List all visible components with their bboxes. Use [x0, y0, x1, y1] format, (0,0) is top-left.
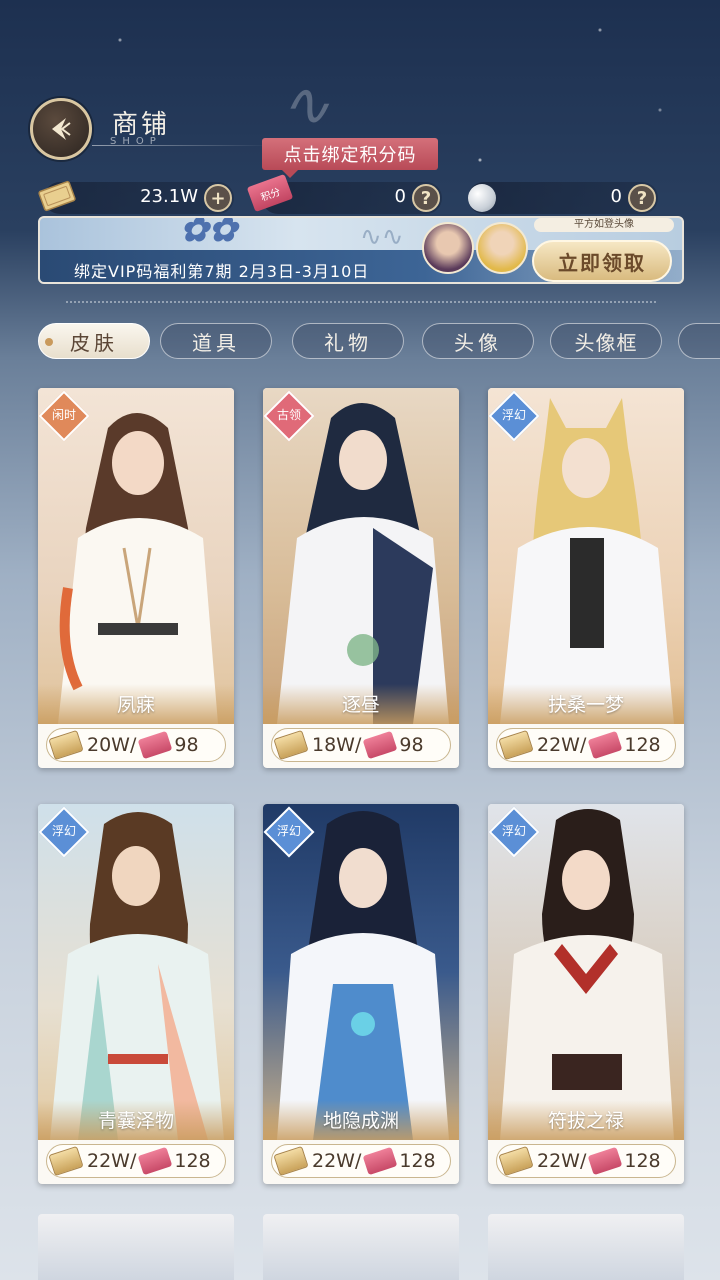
- skin-name: 夙寐: [116, 694, 155, 716]
- skin-art: [488, 804, 684, 1140]
- points-ticket-icon: [588, 730, 623, 760]
- skin-art: [263, 804, 459, 1140]
- skin-name: 扶桑一梦: [547, 694, 624, 716]
- coin-value: 23.1W: [140, 186, 198, 207]
- skin-art: [488, 388, 684, 724]
- tab-avatar[interactable]: 头像: [422, 323, 534, 359]
- price-pill: 20W/ 98: [46, 728, 226, 762]
- price-pill: 22W/ 128: [46, 1144, 226, 1178]
- points-help-button[interactable]: ?: [412, 184, 440, 212]
- coin-ticket-icon: [273, 729, 309, 761]
- category-tag-label: 古领: [276, 408, 301, 422]
- points-ticket-icon: [138, 730, 173, 760]
- pearl-help-button[interactable]: ?: [628, 184, 656, 212]
- skin-art: [263, 388, 459, 724]
- skin-card[interactable]: 浮幻 符拔之禄 22W/ 128: [488, 804, 684, 1184]
- price-pill: 18W/ 98: [271, 728, 451, 762]
- points-ticket-icon: 积分: [246, 173, 294, 213]
- banner-avatar-1: [422, 222, 474, 274]
- back-button[interactable]: [30, 98, 92, 160]
- coin-ticket-icon: [498, 1145, 534, 1177]
- coin-price: 18W/: [312, 734, 362, 756]
- coin-add-button[interactable]: +: [204, 184, 232, 212]
- coin-ticket-icon: [48, 1145, 84, 1177]
- points-ticket-icon: [363, 730, 398, 760]
- banner-avatar-2: [476, 222, 528, 274]
- points-price: 128: [399, 1150, 436, 1172]
- points-ticket-icon: [588, 1146, 623, 1176]
- points-price: 128: [624, 1150, 661, 1172]
- coin-ticket-icon: [38, 180, 76, 212]
- banner-title-art: ✿✿: [180, 216, 237, 250]
- points-price: 128: [174, 1150, 211, 1172]
- category-tag-label: 浮幻: [51, 824, 76, 838]
- coin-price: 22W/: [537, 1150, 587, 1172]
- banner-watermark-art: ∿∿: [360, 222, 404, 252]
- bind-points-code-tip[interactable]: 点击绑定积分码: [262, 138, 438, 178]
- price-pill: 22W/ 128: [496, 1144, 676, 1178]
- pearl-value: 0: [610, 186, 622, 207]
- vip-bind-banner[interactable]: ✿✿ ∿∿ 绑定VIP码福利第7期 2月3日-3月10日 平方如登头像 立即领取: [38, 216, 684, 284]
- coin-currency: 23.1W +: [38, 180, 234, 214]
- claim-now-button[interactable]: 立即领取: [532, 240, 672, 282]
- points-price: 98: [399, 734, 424, 756]
- points-ticket-icon: [138, 1146, 173, 1176]
- page-subtitle: SHOP: [110, 136, 162, 147]
- coin-ticket-icon: [48, 729, 84, 761]
- price-pill: 22W/ 128: [496, 728, 676, 762]
- tab-avatar-frame[interactable]: 头像框: [550, 323, 662, 359]
- skin-card[interactable]: 浮幻 青囊泽物 22W/ 128: [38, 804, 234, 1184]
- points-price: 128: [624, 734, 661, 756]
- points-value: 0: [394, 186, 406, 207]
- skin-card[interactable]: 闲时 夙寐 20W/ 98: [38, 388, 234, 768]
- skin-name: 青囊泽物: [97, 1110, 174, 1132]
- skin-name: 逐昼: [341, 694, 380, 716]
- points-price: 98: [174, 734, 199, 756]
- skin-card[interactable]: 浮幻 地隐成渊 22W/ 128: [263, 804, 459, 1184]
- coin-price: 22W/: [312, 1150, 362, 1172]
- skin-card-partial[interactable]: [263, 1214, 459, 1280]
- tab-more[interactable]: [678, 323, 720, 359]
- skin-name: 地隐成渊: [322, 1110, 399, 1132]
- tab-items[interactable]: 道具: [160, 323, 272, 359]
- pearl-icon: [468, 184, 496, 212]
- coin-price: 22W/: [87, 1150, 137, 1172]
- category-tag-label: 闲时: [51, 408, 76, 422]
- tab-gifts[interactable]: 礼物: [292, 323, 404, 359]
- tab-skin[interactable]: 皮肤: [38, 323, 150, 359]
- skin-card[interactable]: 浮幻 扶桑一梦 22W/ 128: [488, 388, 684, 768]
- category-tag-label: 浮幻: [501, 408, 526, 422]
- skin-art: [38, 804, 234, 1140]
- category-tag-label: 浮幻: [276, 824, 301, 838]
- banner-text: 绑定VIP码福利第7期 2月3日-3月10日: [74, 262, 370, 281]
- divider: [66, 301, 656, 303]
- background-calligraphy-decoration: ∿: [280, 70, 330, 140]
- skin-card-partial[interactable]: [488, 1214, 684, 1280]
- coin-ticket-icon: [273, 1145, 309, 1177]
- skin-card[interactable]: 古领 逐昼 18W/ 98: [263, 388, 459, 768]
- coin-ticket-icon: [498, 729, 534, 761]
- coin-price: 22W/: [537, 734, 587, 756]
- skin-art: [38, 388, 234, 724]
- points-ticket-icon: [363, 1146, 398, 1176]
- price-pill: 22W/ 128: [271, 1144, 451, 1178]
- banner-caption: 平方如登头像: [534, 218, 674, 232]
- back-arrow-icon: [52, 118, 71, 140]
- category-tag-label: 浮幻: [501, 824, 526, 838]
- coin-price: 20W/: [87, 734, 137, 756]
- skin-card-partial[interactable]: [38, 1214, 234, 1280]
- skin-name: 符拔之禄: [547, 1110, 624, 1132]
- points-currency: 积分 0 ?: [246, 173, 442, 214]
- pearl-currency: 0 ?: [468, 182, 658, 214]
